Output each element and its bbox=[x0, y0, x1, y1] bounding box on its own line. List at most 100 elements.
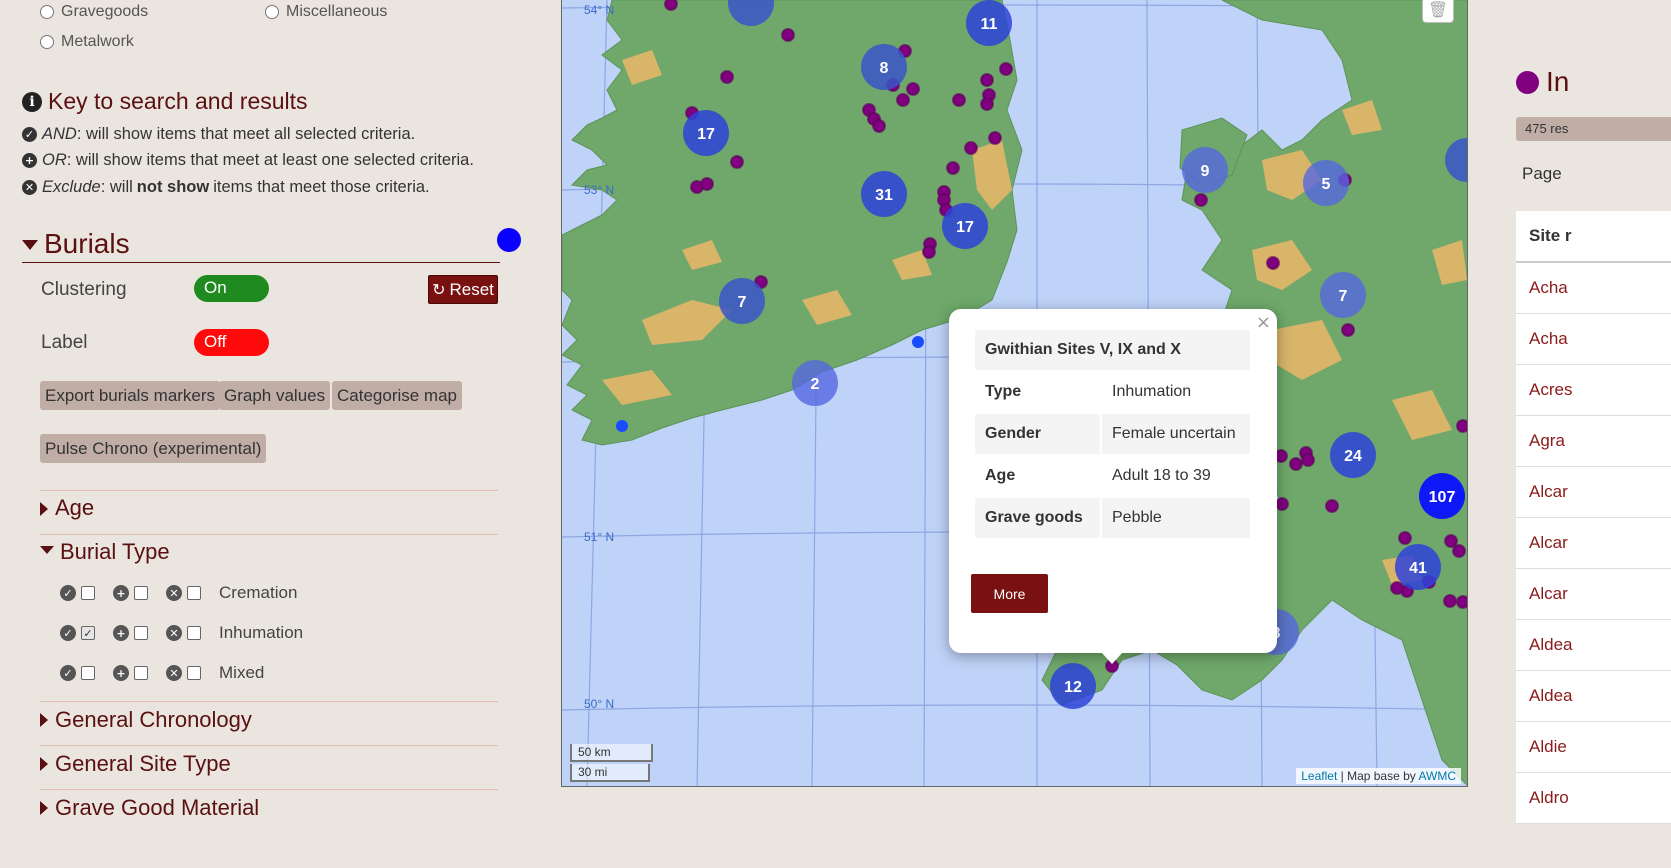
popup-value: Pebble bbox=[1102, 498, 1250, 538]
info-icon: i bbox=[22, 91, 42, 112]
caret-right-icon bbox=[40, 757, 48, 771]
cluster-marker[interactable]: 12 bbox=[1050, 663, 1096, 709]
filter-metalwork[interactable]: Metalwork bbox=[40, 33, 134, 51]
cluster-marker[interactable]: 41 bbox=[1395, 544, 1441, 590]
cluster-marker[interactable]: 8 bbox=[861, 44, 907, 90]
or-checkbox[interactable] bbox=[134, 586, 148, 600]
cluster-marker[interactable]: 9 bbox=[1182, 147, 1228, 193]
table-row[interactable]: Alcar bbox=[1516, 518, 1671, 569]
accordion-burial-type[interactable]: Burial Type bbox=[40, 534, 498, 579]
scale-mi: 30 mi bbox=[570, 764, 650, 782]
and-checkbox[interactable]: ✓ bbox=[81, 626, 95, 640]
table-row[interactable]: Acha bbox=[1516, 314, 1671, 365]
burials-section-header[interactable]: Burials bbox=[22, 228, 521, 263]
caret-down-icon[interactable] bbox=[22, 240, 38, 250]
export-burials-markers-button[interactable]: Export burials markers bbox=[40, 381, 221, 410]
results-column-header[interactable]: Site r bbox=[1516, 211, 1671, 263]
more-button[interactable]: More bbox=[971, 574, 1048, 613]
accordion-general-chronology[interactable]: General Chronology bbox=[40, 701, 498, 746]
filter-label: Metalwork bbox=[61, 33, 134, 50]
table-row[interactable]: Aldie bbox=[1516, 722, 1671, 773]
exclude-checkbox[interactable] bbox=[187, 666, 201, 680]
plus-circle-icon: + bbox=[113, 585, 129, 601]
table-row[interactable]: Agra bbox=[1516, 416, 1671, 467]
filter-gravegoods[interactable]: Gravegoods bbox=[40, 3, 148, 21]
accordion-burial-type-title: Burial Type bbox=[60, 539, 170, 564]
svg-text:24: 24 bbox=[1344, 448, 1362, 465]
accordion-grave-good-material[interactable]: Grave Good Material bbox=[40, 789, 498, 830]
and-checkbox[interactable] bbox=[81, 666, 95, 680]
popup-key: Type bbox=[985, 383, 1022, 400]
graph-values-button[interactable]: Graph values bbox=[219, 381, 331, 410]
map-view[interactable]: 54° N 53° N 51° N 50° N 11 8 17 31 17 9 … bbox=[561, 0, 1468, 787]
refresh-icon: ↻ bbox=[432, 280, 446, 299]
caret-down-icon bbox=[40, 546, 54, 554]
popup-tip bbox=[1101, 652, 1123, 664]
scale-km: 50 km bbox=[570, 744, 653, 762]
check-circle-icon: ✓ bbox=[60, 625, 76, 641]
key-and-text: : will show items that meet all selected… bbox=[76, 125, 416, 143]
cluster-marker[interactable]: 11 bbox=[966, 0, 1012, 46]
cluster-marker[interactable]: 2 bbox=[792, 360, 838, 406]
results-layer-color bbox=[1516, 71, 1539, 94]
popup-table: Gwithian Sites V, IX and X Type Inhumati… bbox=[973, 328, 1252, 540]
burial-type-label: Mixed bbox=[219, 663, 265, 682]
exclude-checkbox[interactable] bbox=[187, 626, 201, 640]
results-title: In bbox=[1546, 66, 1570, 97]
svg-text:9: 9 bbox=[1201, 163, 1210, 180]
or-checkbox[interactable] bbox=[134, 666, 148, 680]
table-row[interactable]: Acres bbox=[1516, 365, 1671, 416]
radio-button[interactable] bbox=[40, 5, 54, 19]
leaflet-link[interactable]: Leaflet bbox=[1301, 769, 1337, 783]
svg-text:12: 12 bbox=[1064, 679, 1082, 696]
cluster-marker[interactable]: 17 bbox=[683, 110, 729, 156]
burials-layer-color bbox=[497, 228, 521, 252]
table-row[interactable]: Alcar bbox=[1516, 467, 1671, 518]
radio-button[interactable] bbox=[40, 35, 54, 49]
table-row[interactable]: Aldea bbox=[1516, 620, 1671, 671]
trash-icon[interactable]: 🗑 bbox=[1422, 0, 1454, 23]
exclude-checkbox[interactable] bbox=[187, 586, 201, 600]
or-checkbox[interactable] bbox=[134, 626, 148, 640]
cluster-marker[interactable]: 17 bbox=[942, 203, 988, 249]
check-circle-icon: ✓ bbox=[60, 585, 76, 601]
pulse-chrono-button[interactable]: Pulse Chrono (experimental) bbox=[40, 434, 267, 463]
table-row[interactable]: Acha bbox=[1516, 263, 1671, 314]
categorise-map-button[interactable]: Categorise map bbox=[332, 381, 463, 410]
table-row[interactable]: Aldro bbox=[1516, 773, 1671, 824]
popup-close-button[interactable]: × bbox=[1256, 312, 1271, 333]
cluster-marker[interactable]: 31 bbox=[861, 171, 907, 217]
cluster-marker[interactable]: 5 bbox=[1303, 160, 1349, 206]
map-attribution: Leaflet | Map base by AWMC bbox=[1296, 768, 1461, 784]
reset-button[interactable]: ↻ Reset bbox=[428, 275, 498, 304]
caret-right-icon bbox=[40, 502, 48, 516]
key-and-line: ✓ AND : will show items that meet all se… bbox=[22, 125, 415, 144]
awmc-link[interactable]: AWMC bbox=[1418, 769, 1456, 783]
accordion-general-site-type[interactable]: General Site Type bbox=[40, 745, 498, 790]
label-toggle[interactable]: Off bbox=[194, 329, 269, 356]
cluster-marker[interactable]: 7 bbox=[719, 278, 765, 324]
radio-button[interactable] bbox=[265, 5, 279, 19]
clustering-toggle[interactable]: On bbox=[194, 275, 269, 302]
key-or-text: : will show items that meet at least one… bbox=[66, 151, 474, 169]
plus-circle-icon: + bbox=[22, 153, 37, 168]
reset-label: Reset bbox=[449, 279, 494, 299]
table-row[interactable]: Alcar bbox=[1516, 569, 1671, 620]
and-checkbox[interactable] bbox=[81, 586, 95, 600]
popup-site-link[interactable]: Gwithian Sites V, IX and X bbox=[975, 330, 1250, 370]
filter-miscellaneous[interactable]: Miscellaneous bbox=[265, 3, 387, 21]
accordion-grave-good-title: Grave Good Material bbox=[55, 795, 260, 820]
popup-value: Adult 18 to 39 bbox=[1112, 467, 1211, 484]
caret-right-icon bbox=[40, 713, 48, 727]
clustering-label: Clustering bbox=[41, 279, 127, 300]
popup-key: Grave goods bbox=[975, 498, 1100, 538]
results-page-label: Page bbox=[1522, 164, 1562, 183]
accordion-age[interactable]: Age bbox=[40, 490, 498, 535]
label-label: Label bbox=[41, 332, 88, 353]
cluster-marker[interactable]: 7 bbox=[1320, 272, 1366, 318]
accordion-site-type-title: General Site Type bbox=[55, 751, 231, 776]
cluster-marker[interactable]: 24 bbox=[1330, 432, 1376, 478]
svg-text:8: 8 bbox=[880, 60, 889, 77]
table-row[interactable]: Aldea bbox=[1516, 671, 1671, 722]
cluster-marker[interactable]: 107 bbox=[1419, 473, 1465, 519]
